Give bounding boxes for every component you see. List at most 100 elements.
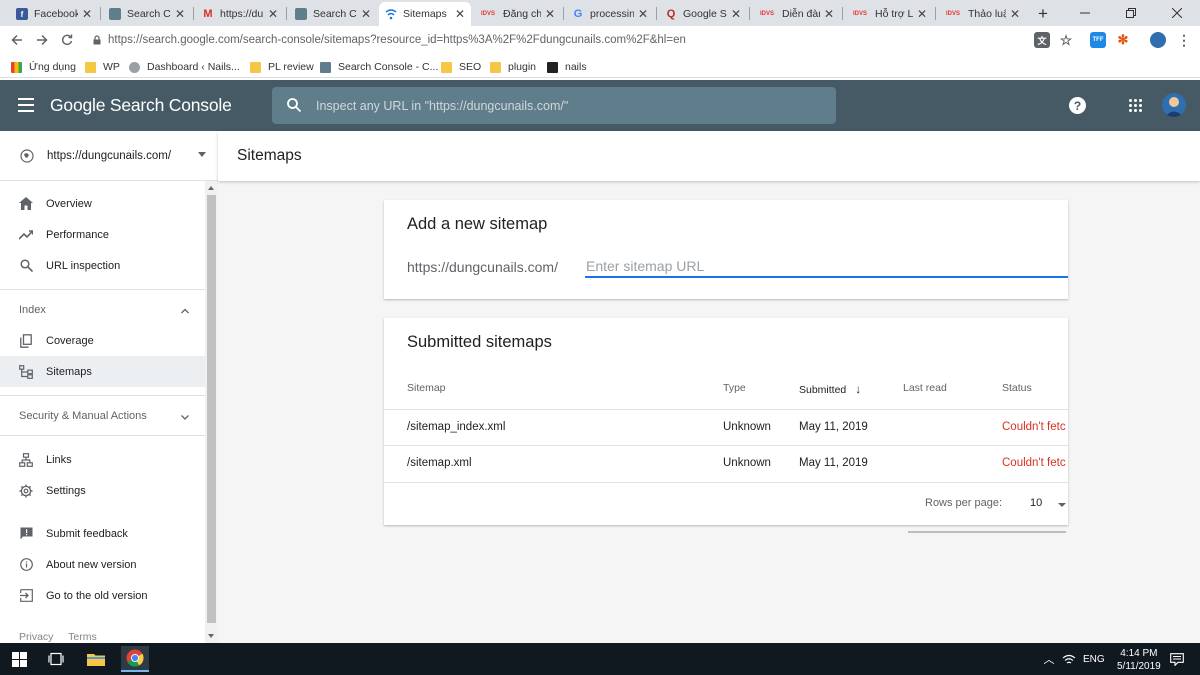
profile-icon[interactable] xyxy=(1150,32,1166,48)
apps-grid-icon[interactable] xyxy=(1129,99,1143,113)
url-inspect-box[interactable] xyxy=(272,87,836,124)
bookmark-item[interactable]: WP xyxy=(85,59,120,75)
chrome-icon[interactable] xyxy=(121,646,149,672)
app-title: Google Search Console xyxy=(50,95,232,115)
close-icon[interactable]: ✕ xyxy=(917,7,927,21)
section-security[interactable]: Security & Manual Actions xyxy=(19,410,147,422)
notifications-icon[interactable] xyxy=(1166,649,1188,669)
close-icon[interactable]: ✕ xyxy=(731,7,741,21)
close-icon[interactable]: ✕ xyxy=(1010,7,1020,21)
terms-link[interactable]: Terms xyxy=(68,631,97,643)
scroll-up-icon[interactable] xyxy=(208,186,214,190)
windows-start-icon[interactable] xyxy=(8,649,30,669)
browser-tab[interactable]: IDVS Diễn đàn ✕ xyxy=(752,2,840,26)
task-view-icon[interactable] xyxy=(45,649,67,669)
bookmark-item[interactable]: Dashboard ‹ Nails... xyxy=(129,59,240,75)
close-icon[interactable]: ✕ xyxy=(455,7,465,21)
bookmark-item[interactable]: PL review xyxy=(250,59,314,75)
browser-tab[interactable]: M https://du ✕ xyxy=(196,2,284,26)
language-indicator[interactable]: ENG xyxy=(1083,654,1105,665)
close-icon[interactable]: ✕ xyxy=(82,7,92,21)
minimize-button[interactable] xyxy=(1062,0,1108,26)
back-button[interactable] xyxy=(7,31,27,49)
browser-tab[interactable]: IDVS Hỗ trợ Lậ ✕ xyxy=(845,2,933,26)
browser-tab-active[interactable]: Sitemaps ✕ xyxy=(379,2,471,26)
tray-chevron-up-icon[interactable]: ︿ xyxy=(1038,649,1060,669)
column-header-type[interactable]: Type xyxy=(723,382,746,394)
menu-icon[interactable]: ⋮ xyxy=(1176,32,1192,48)
add-sitemap-card: Add a new sitemap https://dungcunails.co… xyxy=(384,200,1068,299)
browser-tab[interactable]: Search Co ✕ xyxy=(103,2,191,26)
property-selector[interactable]: https://dungcunails.com/ xyxy=(0,131,218,181)
chevron-up-icon[interactable] xyxy=(180,306,190,316)
bookmark-item[interactable]: Ứng dụng xyxy=(11,59,76,75)
bookmark-item[interactable]: plugin xyxy=(490,59,536,75)
reload-button[interactable] xyxy=(57,31,77,49)
browser-tab[interactable]: Q Google Se ✕ xyxy=(659,2,747,26)
sidebar-item-overview[interactable]: Overview xyxy=(0,188,205,219)
translate-icon[interactable]: 文 xyxy=(1034,32,1050,48)
browser-tab[interactable]: Search Co ✕ xyxy=(289,2,377,26)
cell-type: Unknown xyxy=(723,457,771,469)
bookmark-item[interactable]: Search Console - C... xyxy=(320,59,438,75)
sitemap-url-input[interactable] xyxy=(585,255,1068,278)
chevron-down-icon[interactable] xyxy=(1058,503,1066,507)
globe-icon xyxy=(20,148,34,163)
file-explorer-icon[interactable] xyxy=(85,649,107,669)
forward-button[interactable] xyxy=(32,31,52,49)
close-icon[interactable]: ✕ xyxy=(361,7,371,21)
sidebar-item-links[interactable]: Links xyxy=(0,444,205,475)
privacy-link[interactable]: Privacy xyxy=(19,631,53,643)
column-header-submitted[interactable]: Submitted ↓ xyxy=(799,382,861,396)
page-title: Sitemaps xyxy=(237,147,302,164)
bookmark-item[interactable]: SEO xyxy=(441,59,481,75)
close-icon[interactable]: ✕ xyxy=(824,7,834,21)
restore-button[interactable] xyxy=(1108,0,1154,26)
extension-icon[interactable]: ✻ xyxy=(1115,32,1131,48)
forum-icon: IDVS xyxy=(759,11,774,17)
browser-tab[interactable]: f Facebook ✕ xyxy=(10,2,98,26)
clock[interactable]: 4:14 PM 5/11/2019 xyxy=(1117,647,1161,673)
browser-tab[interactable]: IDVS Đăng chủ ✕ xyxy=(473,2,561,26)
bookmark-item[interactable]: nails xyxy=(547,59,587,75)
extension-icon[interactable]: TFF xyxy=(1090,32,1106,48)
close-icon[interactable]: ✕ xyxy=(638,7,648,21)
url-inspect-input[interactable] xyxy=(316,87,816,124)
column-header-sitemap[interactable]: Sitemap xyxy=(407,382,446,394)
help-icon[interactable]: ? xyxy=(1069,97,1086,114)
sidebar-item-coverage[interactable]: Coverage xyxy=(0,325,205,356)
settings-icon xyxy=(18,483,34,499)
close-icon[interactable]: ✕ xyxy=(545,7,555,21)
sidebar-item-sitemaps[interactable]: Sitemaps xyxy=(0,356,205,387)
sidebar-item-settings[interactable]: Settings xyxy=(0,475,205,506)
address-bar[interactable]: https://search.google.com/search-console… xyxy=(84,30,1084,50)
sidebar-item-submit-feedback[interactable]: Submit feedback xyxy=(0,518,205,549)
close-icon[interactable]: ✕ xyxy=(268,7,278,21)
browser-tab[interactable]: IDVS Thảo luận ✕ xyxy=(938,2,1026,26)
sidebar: https://dungcunails.com/ Overview Perfor… xyxy=(0,131,218,643)
chevron-down-icon[interactable] xyxy=(180,412,190,422)
sidebar-item-performance[interactable]: Performance xyxy=(0,219,205,250)
sidebar-item-about[interactable]: About new version xyxy=(0,549,205,580)
sidebar-item-old-version[interactable]: Go to the old version xyxy=(0,580,205,611)
window-close-button[interactable] xyxy=(1154,0,1200,26)
browser-tab[interactable]: G processin ✕ xyxy=(566,2,654,26)
sidebar-scrollbar[interactable] xyxy=(205,181,218,643)
sidebar-item-url-inspection[interactable]: URL inspection xyxy=(0,250,205,281)
bookmark-star-icon[interactable]: ☆ xyxy=(1058,32,1074,48)
new-tab-button[interactable]: + xyxy=(1032,2,1054,26)
close-icon[interactable]: ✕ xyxy=(175,7,185,21)
table-row[interactable]: /sitemap_index.xml Unknown May 11, 2019 … xyxy=(384,409,1068,446)
hamburger-menu-icon[interactable] xyxy=(18,98,34,112)
table-row[interactable]: /sitemap.xml Unknown May 11, 2019 Couldn… xyxy=(384,445,1068,482)
column-header-status[interactable]: Status xyxy=(1002,382,1032,394)
column-header-last-read[interactable]: Last read xyxy=(903,382,947,394)
scrollbar-thumb[interactable] xyxy=(207,195,216,623)
arrow-back-icon xyxy=(11,34,22,46)
rows-per-page-select[interactable]: 10 xyxy=(1030,497,1042,509)
scroll-down-icon[interactable] xyxy=(208,634,214,638)
horizontal-scrollbar[interactable] xyxy=(908,531,1066,533)
avatar[interactable] xyxy=(1162,93,1186,117)
wifi-icon[interactable] xyxy=(1058,649,1080,669)
section-index[interactable]: Index xyxy=(19,304,46,316)
